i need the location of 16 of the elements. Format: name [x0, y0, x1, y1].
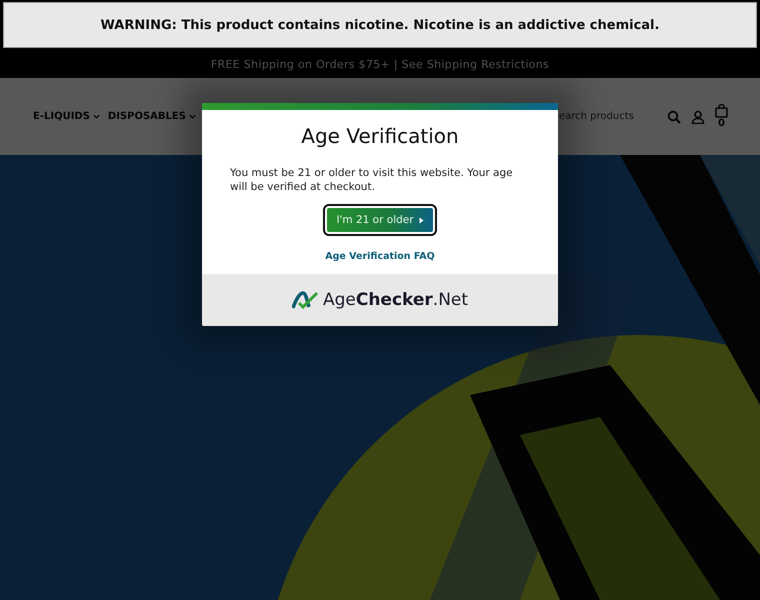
dialog-title: Age Verification [301, 124, 459, 148]
account-icon[interactable] [691, 110, 705, 124]
cart-count: 0 [718, 118, 725, 129]
dialog-message: You must be 21 or older to visit this website. Your age will be verified at checkout. [230, 166, 514, 194]
nav-menu-item[interactable]: DISPOSABLES [108, 111, 196, 122]
confirm-age-button[interactable]: I'm 21 or older [325, 206, 435, 234]
promo-link[interactable]: FREE Shipping on Orders $75+ | See Shipping Restrictions [210, 58, 550, 70]
nav-menu-item[interactable]: E-LIQUIDS [33, 111, 100, 122]
caret-icon [418, 216, 424, 224]
search-icon[interactable] [667, 110, 681, 124]
brand-name: AgeChecker.Net [322, 290, 468, 310]
search-field[interactable]: earch products [556, 111, 661, 122]
shopping-bag-icon[interactable] [715, 104, 728, 118]
warning-text: WARNING: This product contains nicotine. Nicotine is an addictive chemical. [100, 18, 660, 32]
logo-icon [292, 291, 318, 309]
faq-link[interactable]: Age Verification FAQ [325, 251, 435, 262]
